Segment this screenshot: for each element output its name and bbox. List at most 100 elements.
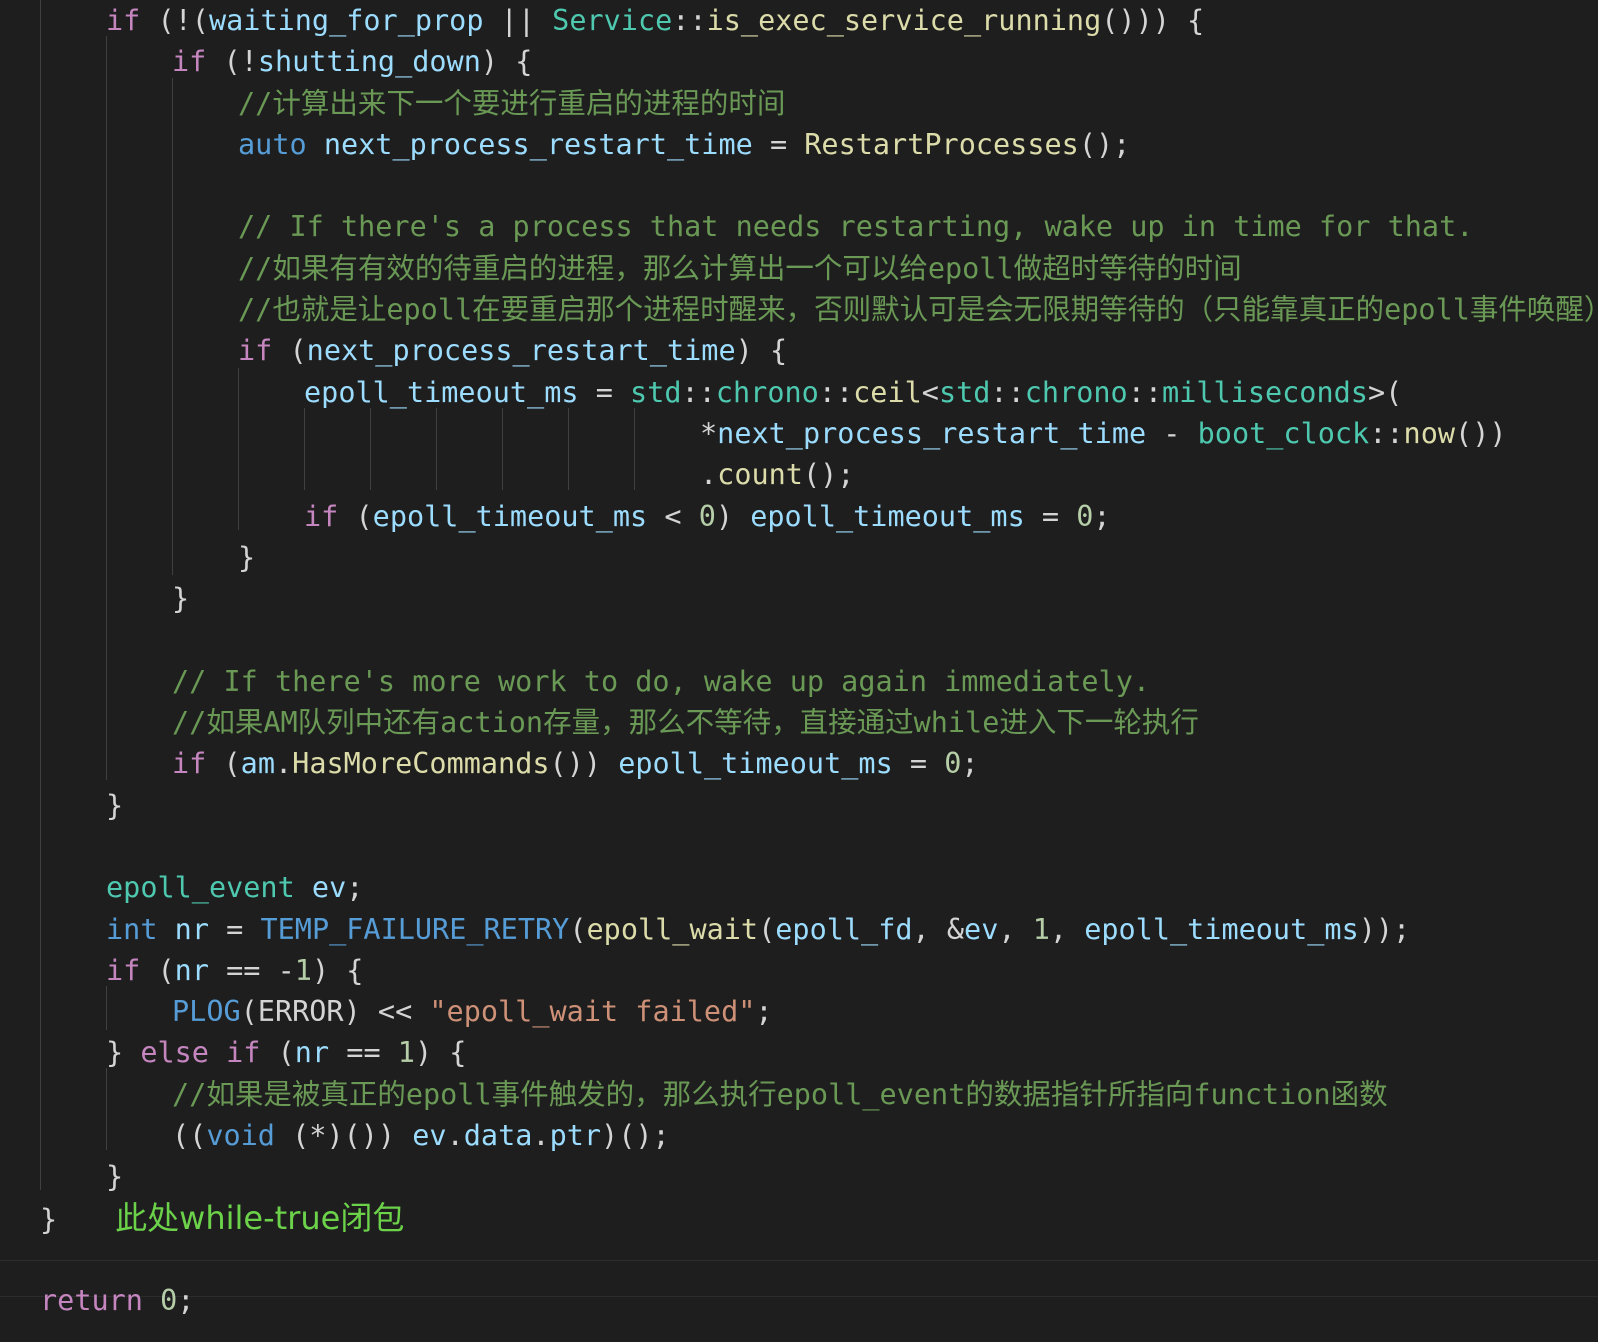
code-token-keyword: if <box>172 747 207 781</box>
code-token-default: } <box>172 582 190 616</box>
code-token-default: ; <box>961 747 979 781</box>
code-token-variable: next_process_restart_time <box>717 416 1147 450</box>
code-token-default: (! <box>206 45 258 79</box>
code-token-default: (*)()) <box>274 1119 413 1153</box>
code-line: //也就是让epoll在要重启那个进程时醒来，否则默认可是会无限期等待的（只能靠… <box>40 289 1598 330</box>
code-token-variable: shutting_down <box>257 45 481 79</box>
code-token-default: (( <box>172 1119 207 1153</box>
code-token-keyword: else <box>140 1036 209 1070</box>
code-token-variable: epoll_fd <box>775 912 913 946</box>
code-token-default: ; <box>177 1284 195 1318</box>
code-token-keyword: return <box>40 1284 143 1318</box>
code-token-default: = <box>752 127 805 161</box>
code-token-default: (ERROR) << <box>240 995 430 1029</box>
code-line: epoll_event ev; <box>40 867 1588 908</box>
code-line: } else if (nr == 1) { <box>40 1032 1588 1073</box>
code-token-comment: //如果AM队列中还有action存量，那么不等待，直接通过while进入下一轮… <box>172 706 1199 740</box>
code-token-comment: // If there's more work to do, wake up a… <box>172 664 1151 698</box>
code-token-default: ) { <box>414 1036 467 1070</box>
code-token-default: :: <box>818 375 854 409</box>
code-token-default: . <box>446 1119 464 1153</box>
code-token-default: :: <box>681 375 716 409</box>
code-token-type: std <box>630 375 682 409</box>
code-line: PLOG(ERROR) << "epoll_wait failed"; <box>40 991 1588 1032</box>
code-token-function: epoll_wait <box>586 912 759 946</box>
code-token-type: boot_clock <box>1197 416 1370 450</box>
code-token-default: )); <box>1358 912 1411 946</box>
code-token-variable: nr <box>294 1036 330 1070</box>
code-token-default: } <box>106 1036 141 1070</box>
code-token-default: ( <box>272 334 307 368</box>
code-line: *next_process_restart_time - boot_clock:… <box>40 413 1588 454</box>
code-token-function: RestartProcesses <box>804 127 1079 161</box>
code-token-variable: epoll_timeout_ms <box>750 499 1025 533</box>
code-area[interactable]: if (!(waiting_for_prop || Service::is_ex… <box>40 0 1598 1322</box>
code-token-default: < <box>647 499 699 533</box>
code-token-type: chrono <box>715 375 819 409</box>
code-token-default: = <box>1024 499 1077 533</box>
code-token-default: :: <box>1127 375 1163 409</box>
code-token-default: ( <box>758 912 776 946</box>
code-line: } <box>40 1156 1588 1197</box>
code-line: auto next_process_restart_time = Restart… <box>40 124 1588 165</box>
code-token-variable: epoll_timeout_ms <box>618 747 893 781</box>
code-token-default: , & <box>912 912 965 946</box>
code-token-default: == <box>329 1036 398 1070</box>
code-token-variable: waiting_for_prop <box>208 4 484 37</box>
code-line: } <box>40 537 1588 578</box>
code-token-default: ()) <box>1455 416 1507 450</box>
code-token-default: } <box>106 788 124 822</box>
code-line: if (am.HasMoreCommands()) epoll_timeout_… <box>40 743 1588 784</box>
code-token-default: ; <box>346 871 364 905</box>
code-line: //如果有有效的待重启的进程，那么计算出一个可以给epoll做超时等待的时间 <box>40 248 1588 289</box>
code-token-default: < <box>921 375 939 409</box>
code-token-default: . <box>532 1119 550 1153</box>
code-token-function: ceil <box>853 375 922 409</box>
code-line: } <box>40 578 1588 619</box>
code-line: return 0; <box>40 1280 1588 1321</box>
code-token-storage: TEMP_FAILURE_RETRY <box>260 912 570 946</box>
code-line: // If there's a process that needs resta… <box>40 206 1588 247</box>
code-token-default: ) { <box>735 334 788 368</box>
code-token-default: ( <box>569 912 587 946</box>
code-token-keyword: if <box>172 45 207 79</box>
code-line: if (next_process_restart_time) { <box>40 330 1588 371</box>
code-token-keyword: if <box>106 4 141 37</box>
code-token-variable: nr <box>174 912 209 946</box>
code-token-comment: //如果有有效的待重启的进程，那么计算出一个可以给epoll做超时等待的时间 <box>238 251 1242 285</box>
code-token-comment: //计算出来下一个要进行重启的进程的时间 <box>238 86 786 120</box>
code-token-variable: next_process_restart_time <box>323 127 753 161</box>
code-token-number: 1 <box>294 953 312 987</box>
code-token-default: , <box>1049 912 1085 946</box>
code-token-type: std <box>938 375 991 409</box>
code-token-function: now <box>1403 416 1456 450</box>
code-token-default: (); <box>1078 127 1131 161</box>
code-token-default: ())) { <box>1101 4 1205 37</box>
code-line: //如果AM队列中还有action存量，那么不等待，直接通过while进入下一轮… <box>40 702 1588 743</box>
code-token-default: } <box>238 540 256 574</box>
code-token-variable: epoll_timeout_ms <box>304 375 579 409</box>
code-token-variable: ev <box>964 912 999 946</box>
code-token-default: ) { <box>311 953 364 987</box>
code-line: if (!shutting_down) { <box>40 41 1588 82</box>
code-line: epoll_timeout_ms = std::chrono::ceil<std… <box>40 372 1588 413</box>
code-token-default: ()) <box>549 747 619 781</box>
code-token-default: ) <box>715 499 751 533</box>
code-token-variable: am <box>240 747 275 781</box>
code-token-number: 0 <box>944 747 962 781</box>
code-token-storage: int <box>106 912 158 946</box>
code-token-default: :: <box>1369 416 1404 450</box>
code-token-default: ) { <box>480 45 533 79</box>
code-token-default: ( <box>206 747 241 781</box>
code-editor[interactable]: if (!(waiting_for_prop || Service::is_ex… <box>0 0 1598 1342</box>
code-line: //计算出来下一个要进行重启的进程的时间 <box>40 83 1588 124</box>
code-line: // If there's more work to do, wake up a… <box>40 661 1588 702</box>
code-token-variable: next_process_restart_time <box>306 334 736 368</box>
code-token-default: , <box>998 912 1033 946</box>
code-token-function: is_exec_service_running <box>706 4 1102 37</box>
code-token-type: milliseconds <box>1162 375 1368 409</box>
